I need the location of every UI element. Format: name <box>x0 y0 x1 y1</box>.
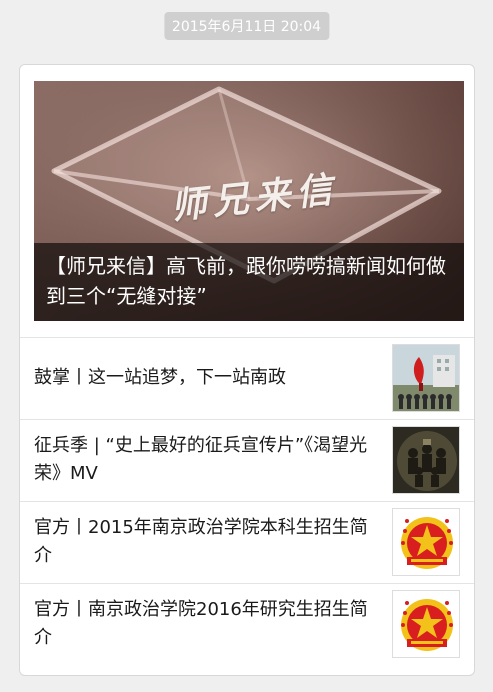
article-title: 官方丨2015年南京政治学院本科生招生简介 <box>34 517 368 566</box>
article-title: 征兵季 | “史上最好的征兵宣传片”《渴望光荣》MV <box>34 435 368 484</box>
hero-article[interactable]: 师兄来信 【师兄来信】高飞前，跟你唠唠搞新闻如何做到三个“无缝对接” <box>34 81 464 321</box>
article-title: 官方丨南京政治学院2016年研究生招生简介 <box>34 599 368 648</box>
list-item[interactable]: 官方丨南京政治学院2016年研究生招生简介 <box>20 583 474 665</box>
article-title: 鼓掌丨这一站追梦，下一站南政 <box>34 367 286 388</box>
list-item[interactable]: 征兵季 | “史上最好的征兵宣传片”《渴望光荣》MV <box>20 419 474 501</box>
news-card: 师兄来信 【师兄来信】高飞前，跟你唠唠搞新闻如何做到三个“无缝对接” 鼓掌丨这一… <box>19 64 475 676</box>
soldiers-group-icon <box>392 426 460 494</box>
list-item[interactable]: 官方丨2015年南京政治学院本科生招生简介 <box>20 501 474 583</box>
list-item[interactable]: 鼓掌丨这一站追梦，下一站南政 <box>20 337 474 419</box>
hero-title: 【师兄来信】高飞前，跟你唠唠搞新闻如何做到三个“无缝对接” <box>34 243 464 321</box>
college-emblem-icon <box>392 508 460 576</box>
college-emblem-icon <box>392 590 460 658</box>
campus-sculpture-icon <box>392 344 460 412</box>
message-timestamp: 2015年6月11日 20:04 <box>163 12 330 40</box>
